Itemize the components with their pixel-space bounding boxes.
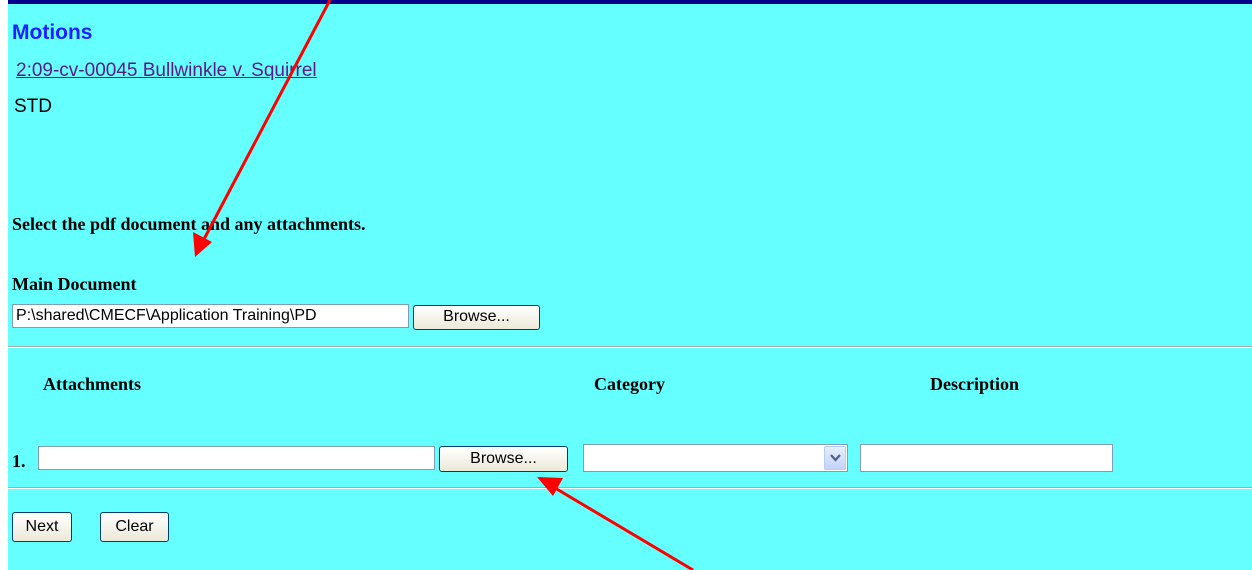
case-link[interactable]: 2:09-cv-00045 Bullwinkle v. Squirrel bbox=[16, 59, 317, 83]
attachment-row-number: 1. bbox=[12, 451, 26, 471]
main-document-browse-button[interactable]: Browse... bbox=[413, 305, 540, 330]
category-select[interactable] bbox=[583, 444, 848, 472]
attachment-file-input[interactable] bbox=[38, 446, 435, 470]
office-code: STD bbox=[14, 96, 52, 117]
category-header: Category bbox=[594, 374, 665, 394]
instructions-text: Select the pdf document and any attachme… bbox=[12, 214, 366, 234]
next-button[interactable]: Next bbox=[12, 512, 72, 542]
divider-bottom bbox=[8, 487, 1252, 489]
attachments-header: Attachments bbox=[43, 374, 141, 394]
page-title: Motions bbox=[12, 21, 93, 44]
main-document-file-input[interactable]: P:\shared\CMECF\Application Training\PD bbox=[12, 304, 409, 328]
clear-button[interactable]: Clear bbox=[100, 512, 169, 542]
description-header: Description bbox=[930, 374, 1019, 394]
dropdown-chevron-icon[interactable] bbox=[824, 446, 846, 470]
main-document-label: Main Document bbox=[12, 274, 137, 294]
attachment-browse-button[interactable]: Browse... bbox=[439, 446, 568, 472]
form-page: Motions 2:09-cv-00045 Bullwinkle v. Squi… bbox=[8, 0, 1252, 570]
divider-top bbox=[8, 346, 1252, 348]
description-input[interactable] bbox=[860, 444, 1113, 472]
